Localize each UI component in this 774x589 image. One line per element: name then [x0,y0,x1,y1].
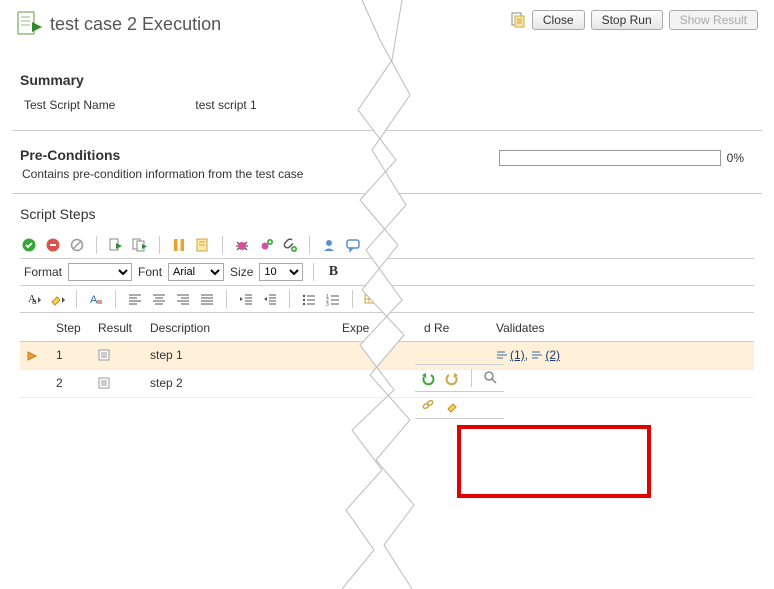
validates-link-2[interactable]: (2) [545,348,560,362]
table-header-row: Step Result Description Expe d Re Valida… [20,315,754,342]
col-expected-left: Expe [336,315,418,342]
summary-heading: Summary [20,72,754,88]
size-select[interactable]: 10 [259,263,303,281]
outdent-icon[interactable] [237,290,255,308]
highlight-icon[interactable] [48,290,66,308]
bold-icon[interactable]: B [324,263,342,281]
assist-icon[interactable] [320,236,338,254]
font-label: Font [138,265,162,279]
undo-icon[interactable] [419,369,437,387]
steps-table: Step Result Description Expe d Re Valida… [20,315,754,398]
script-run-icon[interactable] [107,236,125,254]
svg-text:A: A [90,294,98,306]
format-toolbar: Format Font Arial Size 10 B [20,258,754,286]
script-name-value: test script 1 [195,98,256,112]
align-left-icon[interactable] [126,290,144,308]
redo-icon[interactable] [443,369,461,387]
defect-icon[interactable] [233,236,251,254]
step-number: 1 [50,342,92,370]
svg-text:a: a [32,297,37,306]
search-icon[interactable] [482,369,500,387]
col-validates: Validates [490,315,652,342]
font-color-icon[interactable]: Aa [24,290,42,308]
validates-link-1[interactable]: (1) [510,348,525,362]
col-description: Description [144,315,336,342]
current-step-arrow-icon [26,349,40,363]
table-row[interactable]: 1 step 1 (1), (2) [20,342,754,370]
format-toolbar-2: Aa A 123 [20,286,754,313]
show-result-button: Show Result [669,10,758,30]
requirement-icon [531,349,545,363]
add-defect-icon[interactable] [257,236,275,254]
skip-icon[interactable] [68,236,86,254]
align-center-icon[interactable] [150,290,168,308]
attach-icon[interactable] [281,236,299,254]
steps-toolbar-row1 [20,232,754,258]
script-icon[interactable] [510,12,526,28]
col-result: Result [92,315,144,342]
script-name-label: Test Script Name [24,98,115,112]
number-list-icon[interactable]: 123 [324,290,342,308]
col-step: Step [50,315,92,342]
step-result-icon[interactable] [98,377,112,391]
link-icon[interactable] [419,396,437,414]
validates-separator: , [525,348,532,362]
comment-icon[interactable] [344,236,362,254]
progress-bar [499,150,721,166]
format-select[interactable] [68,263,132,281]
step-description: step 1 [144,342,336,370]
align-right-icon[interactable] [174,290,192,308]
step-result-icon[interactable] [98,349,112,363]
bullet-list-icon[interactable] [300,290,318,308]
indent-icon[interactable] [261,290,279,308]
page-title: test case 2 Execution [50,14,221,35]
step-description: step 2 [144,369,336,397]
progress-percent: 0% [727,151,744,165]
script-steps-heading: Script Steps [20,206,754,222]
stop-run-button[interactable]: Stop Run [591,10,663,30]
size-label: Size [230,265,253,279]
script-bulk-icon[interactable] [131,236,149,254]
test-execution-icon [16,10,44,38]
close-button[interactable]: Close [532,10,585,30]
pass-icon[interactable] [20,236,38,254]
clear-format-icon[interactable]: A [87,290,105,308]
table-row[interactable]: 2 step 2 [20,369,754,397]
svg-text:3: 3 [326,302,329,306]
col-expected-right: d Re [418,315,490,342]
format-label: Format [24,265,62,279]
fail-icon[interactable] [44,236,62,254]
step-number: 2 [50,369,92,397]
annotation-highlight [457,425,651,498]
preconditions-text: Contains pre-condition information from … [20,167,754,181]
align-justify-icon[interactable] [198,290,216,308]
pause-icon[interactable] [170,236,188,254]
font-select[interactable]: Arial [168,263,224,281]
table-insert-icon[interactable] [363,290,381,308]
requirement-icon [496,349,510,363]
highlight-marker-icon[interactable] [443,396,461,414]
step-icon[interactable] [194,236,212,254]
